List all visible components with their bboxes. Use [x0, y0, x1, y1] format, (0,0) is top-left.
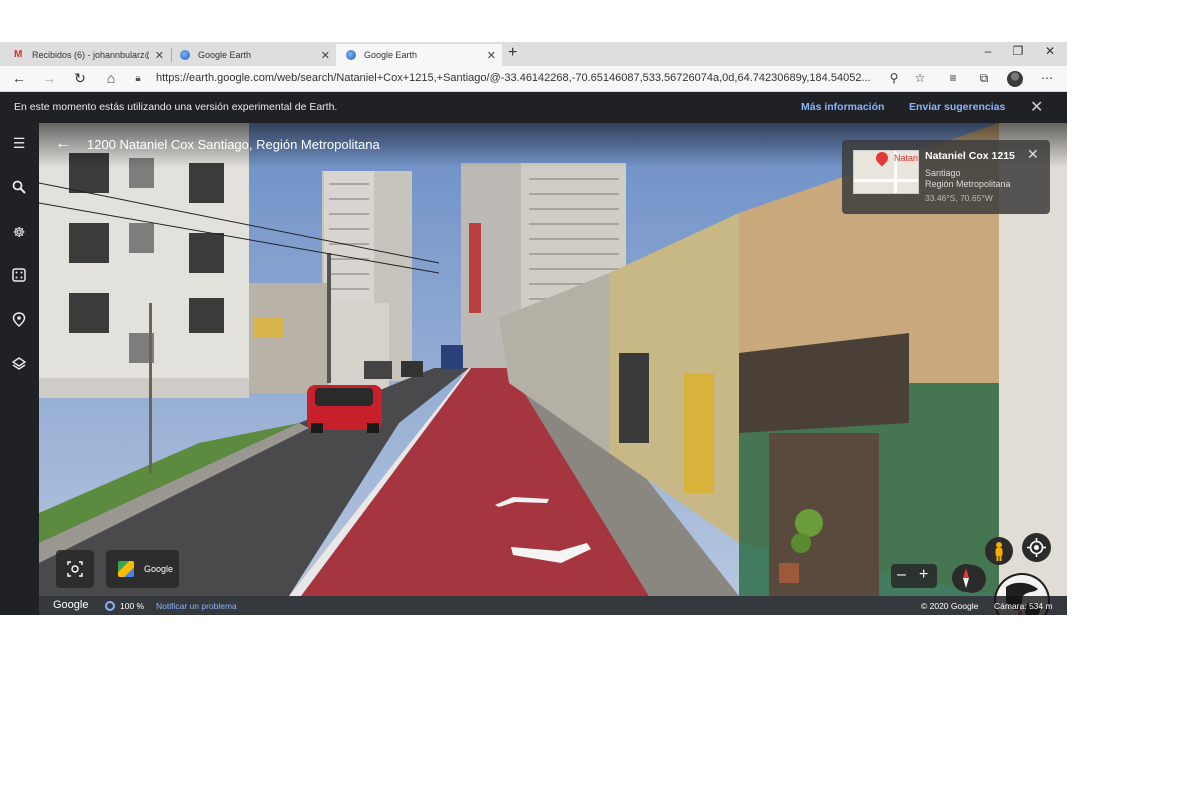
url-text: https://earth.google.com/web/search/Nata… — [156, 72, 871, 84]
gmail-icon: M — [14, 49, 23, 60]
location-title: 1200 Nataniel Cox Santiago, Región Metro… — [87, 137, 380, 152]
pegman-button[interactable] — [985, 537, 1013, 565]
lock-icon: 🔒︎ — [135, 72, 141, 84]
close-tab-icon[interactable]: ✕ — [487, 49, 496, 62]
tab-gmail[interactable]: M Recibidos (6) - johannbularz@gm ✕ — [4, 44, 170, 66]
load-percent: 100 % — [120, 601, 145, 611]
left-rail: ☰ ☸ — [0, 123, 39, 615]
forward-button[interactable]: → — [39, 70, 59, 86]
close-tab-icon[interactable]: ✕ — [155, 49, 164, 62]
address-bar[interactable]: 🔒︎ https://earth.google.com/web/search/N… — [130, 67, 910, 89]
tab-google-earth-active[interactable]: Google Earth ✕ — [336, 44, 502, 66]
map-thumbnail[interactable]: Natan — [853, 150, 919, 194]
google-earth-icon — [180, 50, 190, 60]
google-logo: Google — [53, 599, 89, 611]
favorite-star-icon[interactable]: ☆ — [911, 71, 929, 85]
close-window-button[interactable]: ✕ — [1035, 44, 1065, 58]
place-card[interactable]: Natan Nataniel Cox 1215 Santiago Región … — [842, 140, 1050, 214]
tab-strip: M Recibidos (6) - johannbularz@gm ✕ Goog… — [0, 42, 1067, 66]
zoom-controls: – + — [891, 564, 937, 588]
tab-title: Google Earth — [198, 50, 252, 60]
map-style-icon[interactable] — [9, 357, 29, 377]
place-coordinates: 33.46°S, 70.65°W — [925, 193, 993, 203]
refresh-button[interactable]: ↻ — [70, 70, 90, 87]
more-options-icon[interactable]: ⋯ — [1038, 71, 1056, 85]
my-location-icon — [1027, 538, 1046, 557]
close-card-icon[interactable]: ✕ — [1027, 146, 1039, 163]
google-chip-label: Google — [144, 564, 174, 574]
new-tab-button[interactable]: + — [508, 44, 517, 62]
experimental-banner: En este momento estás utilizando una ver… — [0, 92, 1067, 123]
my-places-icon[interactable] — [9, 312, 29, 332]
collections-icon[interactable]: ⧉ — [975, 71, 993, 86]
google-maps-icon — [118, 561, 134, 577]
voyager-icon[interactable]: ☸ — [9, 224, 29, 244]
pegman-icon — [995, 542, 1003, 561]
place-city: Santiago — [925, 168, 961, 178]
location-pin-icon[interactable]: ⚲ — [885, 71, 903, 85]
browser-window: M Recibidos (6) - johannbularz@gm ✕ Goog… — [0, 42, 1067, 615]
banner-message: En este momento estás utilizando una ver… — [14, 101, 338, 113]
minimize-button[interactable]: – — [973, 44, 1003, 58]
google-maps-chip[interactable]: Google — [106, 550, 179, 588]
street-view-panorama[interactable]: ← 1200 Nataniel Cox Santiago, Región Met… — [39, 123, 1067, 615]
screenshot-icon — [67, 561, 83, 577]
favorites-list-icon[interactable]: ≡ — [944, 71, 962, 85]
thumbnail-label: Natan — [894, 153, 919, 163]
feeling-lucky-icon[interactable] — [9, 268, 29, 288]
send-feedback-link[interactable]: Enviar sugerencias — [909, 101, 1005, 113]
status-bar: Google 100 % Notificar un problema © 202… — [39, 596, 1067, 615]
home-button[interactable]: ⌂ — [101, 70, 121, 86]
navigation-arrow-forward[interactable] — [493, 493, 553, 509]
compass-icon — [963, 568, 969, 588]
menu-icon[interactable]: ☰ — [9, 135, 29, 155]
tab-google-earth-1[interactable]: Google Earth ✕ — [170, 44, 336, 66]
toolbar: ← → ↻ ⌂ 🔒︎ https://earth.google.com/web/… — [0, 66, 1067, 92]
copyright-text: © 2020 Google — [921, 601, 979, 611]
report-problem-link[interactable]: Notificar un problema — [156, 601, 237, 611]
more-info-link[interactable]: Más información — [801, 101, 884, 113]
search-icon[interactable] — [9, 180, 29, 200]
zoom-in-button[interactable]: + — [919, 566, 928, 584]
maximize-button[interactable]: ❐ — [1003, 44, 1033, 58]
place-name: Nataniel Cox 1215 — [925, 150, 1015, 162]
back-button[interactable]: ← — [9, 70, 29, 86]
tab-title: Recibidos (6) - johannbularz@gm — [32, 50, 149, 60]
google-earth-icon — [346, 50, 356, 60]
camera-altitude: Cámara: 534 m — [994, 601, 1053, 611]
my-location-button[interactable] — [1022, 533, 1051, 562]
close-tab-icon[interactable]: ✕ — [321, 49, 330, 62]
back-arrow-icon[interactable]: ← — [55, 135, 71, 153]
screenshot-button[interactable] — [56, 550, 94, 588]
profile-avatar[interactable] — [1007, 71, 1023, 87]
map-road — [854, 179, 918, 182]
navigation-arrow-back[interactable] — [509, 541, 593, 567]
zoom-out-button[interactable]: – — [897, 566, 906, 584]
place-region: Región Metropolitana — [925, 179, 1011, 189]
loading-ring-icon — [105, 601, 115, 611]
tab-title: Google Earth — [364, 50, 418, 60]
map-pin-icon — [873, 151, 891, 167]
close-banner-icon[interactable]: ✕ — [1030, 97, 1043, 117]
compass-button[interactable] — [952, 564, 980, 592]
